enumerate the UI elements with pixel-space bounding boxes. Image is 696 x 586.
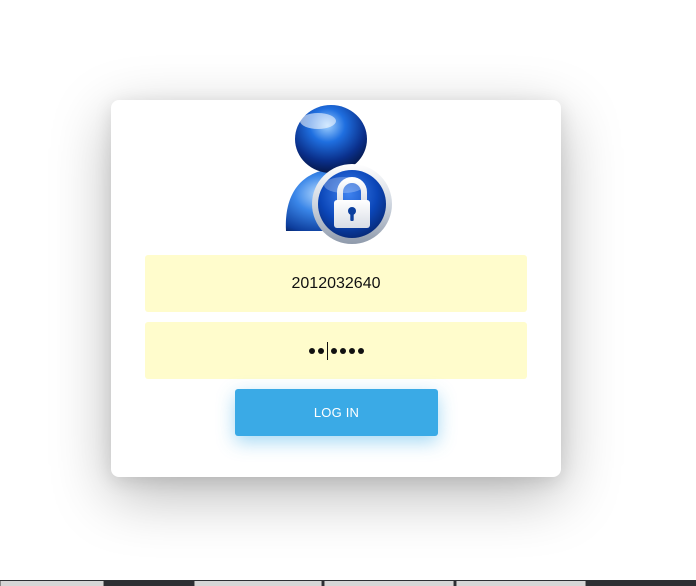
password-dot xyxy=(357,347,364,354)
taskbar-item[interactable] xyxy=(456,581,586,586)
password-dots xyxy=(308,341,364,360)
password-dot xyxy=(308,347,315,354)
password-dot xyxy=(348,347,355,354)
user-lock-icon xyxy=(285,105,392,244)
login-button[interactable]: LOG IN xyxy=(235,389,438,436)
taskbar-item[interactable] xyxy=(194,581,322,586)
taskbar-item[interactable] xyxy=(0,581,104,586)
username-field[interactable]: 2012032640 xyxy=(145,255,527,312)
username-value: 2012032640 xyxy=(291,274,381,292)
text-caret xyxy=(326,341,328,360)
taskbar xyxy=(0,580,696,586)
taskbar-item[interactable] xyxy=(324,581,454,586)
password-field[interactable]: ●●●●●● xyxy=(145,322,527,379)
password-dot xyxy=(339,347,346,354)
password-dot xyxy=(317,347,324,354)
password-dot xyxy=(330,347,337,354)
login-card: 2012032640 ●●●●●● LOG IN xyxy=(111,100,561,477)
